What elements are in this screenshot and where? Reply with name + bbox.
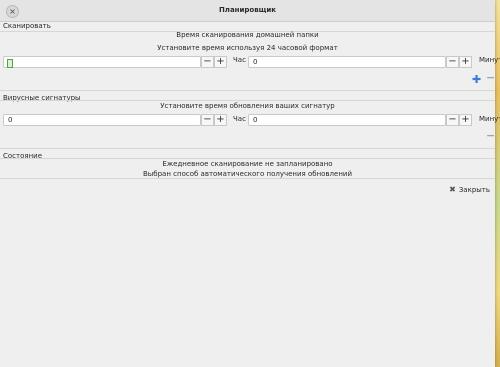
section-divider (0, 90, 495, 91)
scan-hour-unit: Час (233, 56, 246, 64)
signatures-subheading: Установите время обновления ваших сигнат… (160, 102, 335, 110)
status-line-schedule: Ежедневное сканирование не запланировано (162, 160, 333, 168)
section-divider (0, 148, 495, 149)
signatures-hour-unit: Час (233, 115, 246, 123)
window-title: Планировщик (218, 6, 277, 14)
scan-hour-increment[interactable]: + (214, 56, 227, 68)
scan-hour-input[interactable] (3, 56, 201, 68)
scan-hour-decrement[interactable]: − (201, 56, 214, 68)
status-line-updates: Выбран способ автоматического получения … (142, 170, 353, 178)
close-icon: ✖ (449, 185, 456, 194)
scan-minute-input[interactable]: 0 (248, 56, 446, 68)
signatures-divider (0, 100, 495, 101)
signatures-hour-increment[interactable]: + (214, 114, 227, 126)
minus-icon[interactable]: − (486, 72, 495, 83)
text-cursor (7, 59, 13, 68)
close-button[interactable]: ✖ Закрыть (449, 185, 490, 194)
close-button-label: Закрыть (458, 186, 490, 194)
minus-icon[interactable]: − (486, 130, 495, 141)
scan-section-title: Сканировать (3, 22, 51, 30)
signatures-minute-increment[interactable]: + (459, 114, 472, 126)
scan-minute-unit: Минута (479, 56, 500, 64)
plus-icon[interactable]: ✚ (472, 74, 481, 85)
scan-heading: Время сканирования домашней папки (176, 31, 319, 39)
scan-minute-decrement[interactable]: − (446, 56, 459, 68)
signatures-minute-input[interactable]: 0 (248, 114, 446, 126)
scheduler-window: × Планировщик Сканировать Время сканиров… (0, 0, 500, 367)
signatures-hour-decrement[interactable]: − (201, 114, 214, 126)
status-bottom-divider (0, 178, 495, 179)
signatures-hour-input[interactable]: 0 (3, 114, 201, 126)
scan-subheading: Установите время используя 24 часовой фо… (157, 44, 338, 52)
signatures-minute-decrement[interactable]: − (446, 114, 459, 126)
title-bar: × Планировщик (0, 0, 495, 22)
signatures-minute-unit: Минута (479, 115, 500, 123)
scan-minute-increment[interactable]: + (459, 56, 472, 68)
status-divider (0, 158, 495, 159)
